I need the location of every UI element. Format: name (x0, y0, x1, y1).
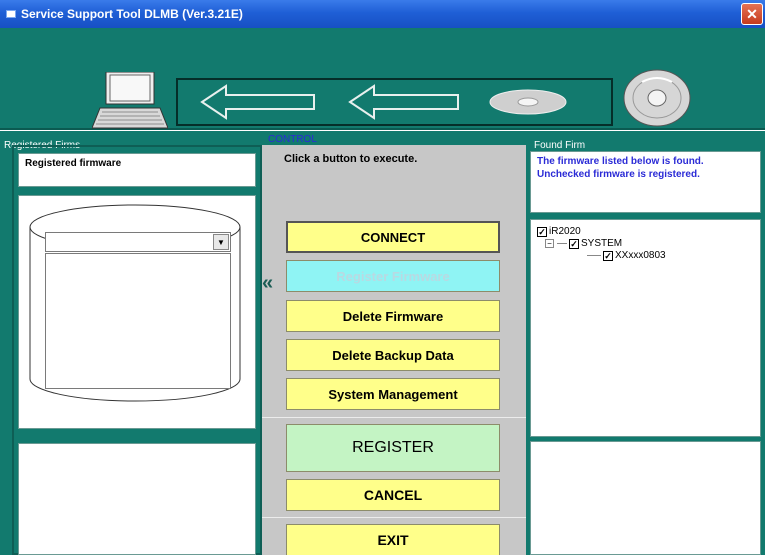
found-firm-info-box: The firmware listed below is found. Unch… (530, 151, 761, 213)
disc-icon (623, 69, 691, 127)
app-icon (6, 10, 16, 18)
tree-node-leaf[interactable]: ✓ XXxxx0803 (587, 250, 666, 261)
tree-leaf-label: XXxxx0803 (615, 250, 666, 261)
checkbox[interactable]: ✓ (569, 238, 579, 249)
close-icon: ✕ (746, 5, 758, 22)
collapse-icon[interactable]: − (545, 239, 554, 248)
delete-firmware-button[interactable]: Delete Firmware (286, 300, 500, 332)
arrow-left-icon (200, 84, 315, 120)
delete-backup-data-button[interactable]: Delete Backup Data (286, 339, 500, 371)
registered-firmware-header: Registered firmware (18, 153, 256, 187)
dropdown-arrow-icon[interactable]: ▼ (213, 234, 229, 250)
checkbox[interactable]: ✓ (603, 250, 613, 261)
transfer-arrows-panel (176, 78, 613, 126)
title-bar: Service Support Tool DLMB (Ver.3.21E) ✕ (0, 0, 765, 28)
control-pane: Click a button to execute. « CONNECT Reg… (262, 145, 526, 555)
found-firm-pane: The firmware listed below is found. Unch… (526, 145, 765, 555)
arrow-left-icon (348, 84, 459, 120)
chevron-double-left-icon: « (262, 272, 273, 294)
tree-root-label: iR2020 (549, 226, 581, 237)
cancel-button[interactable]: CANCEL (286, 479, 500, 511)
tree-node-root[interactable]: ✓ iR2020 (537, 226, 581, 237)
firmware-select[interactable]: ▼ (45, 232, 231, 252)
laptop-icon (92, 72, 168, 129)
tree-connector (557, 243, 567, 244)
tree-connector (587, 255, 601, 256)
control-hint: Click a button to execute. (284, 153, 418, 165)
system-management-button[interactable]: System Management (286, 378, 500, 410)
found-firm-detail-box (530, 441, 761, 555)
checkbox[interactable]: ✓ (537, 226, 547, 237)
control-label: CONTROL (268, 134, 317, 145)
disc-icon (489, 89, 567, 115)
found-firm-info: The firmware listed below is found. Unch… (537, 156, 704, 180)
connect-button[interactable]: CONNECT (286, 221, 500, 253)
divider (262, 417, 526, 418)
main-area: Registered Firms Registered firmware ▼ C… (0, 131, 765, 555)
register-firmware-button[interactable]: Register Firmware (286, 260, 500, 292)
close-button[interactable]: ✕ (741, 3, 763, 25)
window-title: Service Support Tool DLMB (Ver.3.21E) (21, 7, 243, 21)
registered-firmware-text: Registered firmware (25, 158, 122, 169)
register-button[interactable]: REGISTER (286, 424, 500, 472)
found-firmware-tree[interactable]: ✓ iR2020 − ✓ SYSTEM ✓ XXxxx0803 (530, 219, 761, 437)
tree-node-system[interactable]: − ✓ SYSTEM (545, 238, 622, 249)
firmware-list[interactable] (45, 253, 231, 389)
firmware-detail-box (18, 443, 256, 555)
exit-button[interactable]: EXIT (286, 524, 500, 555)
divider (262, 517, 526, 518)
banner (0, 28, 765, 130)
tree-system-label: SYSTEM (581, 238, 623, 249)
